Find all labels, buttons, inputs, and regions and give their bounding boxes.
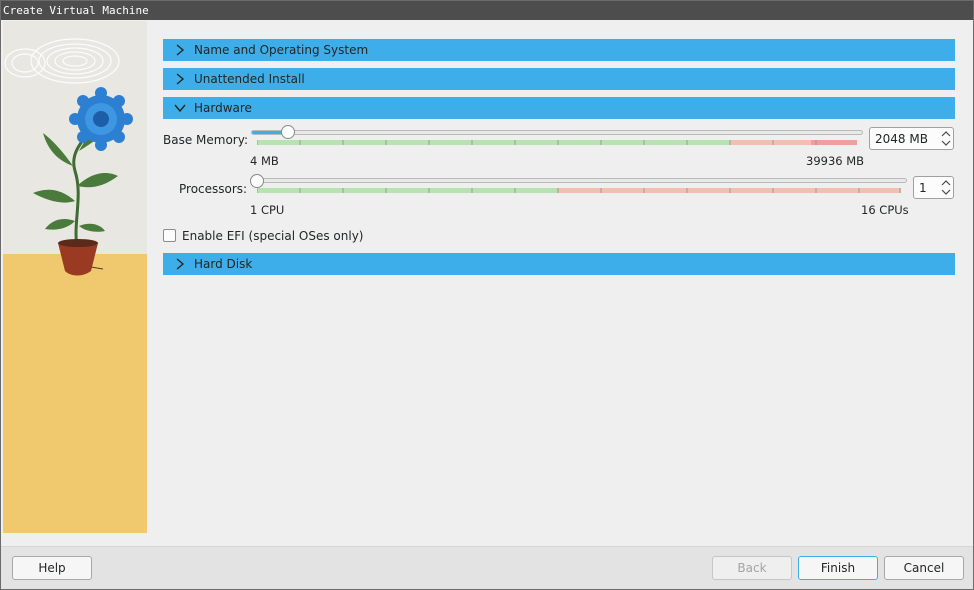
spin-arrows-icon[interactable] bbox=[939, 177, 953, 198]
processors-min-label: 1 CPU bbox=[250, 203, 285, 217]
base-memory-min-label: 4 MB bbox=[250, 154, 279, 168]
spin-arrows-icon[interactable] bbox=[939, 128, 953, 149]
section-hardware[interactable]: Hardware bbox=[163, 97, 955, 119]
base-memory-slider-handle[interactable] bbox=[281, 125, 295, 139]
processors-slider[interactable] bbox=[251, 178, 907, 183]
processors-slider-handle[interactable] bbox=[250, 174, 264, 188]
processors-value: 1 bbox=[919, 181, 927, 195]
window-title: Create Virtual Machine bbox=[1, 1, 973, 20]
section-hard-disk-label: Hard Disk bbox=[194, 257, 253, 271]
finish-button[interactable]: Finish bbox=[798, 556, 878, 580]
section-name-and-os-label: Name and Operating System bbox=[194, 43, 369, 57]
create-vm-window: Create Virtual Machine Name and Operatin… bbox=[0, 0, 974, 590]
processors-max-label: 16 CPUs bbox=[861, 203, 909, 217]
base-memory-value: 2048 MB bbox=[875, 132, 928, 146]
section-name-and-os[interactable]: Name and Operating System bbox=[163, 39, 955, 61]
chevron-right-icon bbox=[176, 258, 185, 270]
enable-efi-checkbox[interactable] bbox=[163, 229, 176, 242]
base-memory-scale-bar bbox=[257, 140, 857, 145]
processors-label: Processors: bbox=[179, 182, 248, 196]
section-unattended-install[interactable]: Unattended Install bbox=[163, 68, 955, 90]
base-memory-spinbox[interactable]: 2048 MB bbox=[869, 127, 954, 150]
chevron-right-icon bbox=[176, 73, 185, 85]
dialog-footer: Help Back Finish Cancel bbox=[1, 546, 973, 589]
back-button[interactable]: Back bbox=[712, 556, 792, 580]
help-button[interactable]: Help bbox=[12, 556, 92, 580]
chevron-right-icon bbox=[176, 44, 185, 56]
wizard-illustration bbox=[3, 21, 147, 533]
section-hard-disk[interactable]: Hard Disk bbox=[163, 253, 955, 275]
enable-efi-label[interactable]: Enable EFI (special OSes only) bbox=[182, 228, 363, 244]
base-memory-label: Base Memory: bbox=[163, 133, 249, 147]
cancel-button[interactable]: Cancel bbox=[884, 556, 964, 580]
processors-spinbox[interactable]: 1 bbox=[913, 176, 954, 199]
base-memory-max-label: 39936 MB bbox=[806, 154, 865, 168]
chevron-down-icon bbox=[174, 104, 186, 113]
processors-scale-bar bbox=[257, 188, 901, 193]
section-hardware-label: Hardware bbox=[194, 101, 252, 115]
section-unattended-install-label: Unattended Install bbox=[194, 72, 305, 86]
base-memory-slider[interactable] bbox=[251, 130, 863, 135]
